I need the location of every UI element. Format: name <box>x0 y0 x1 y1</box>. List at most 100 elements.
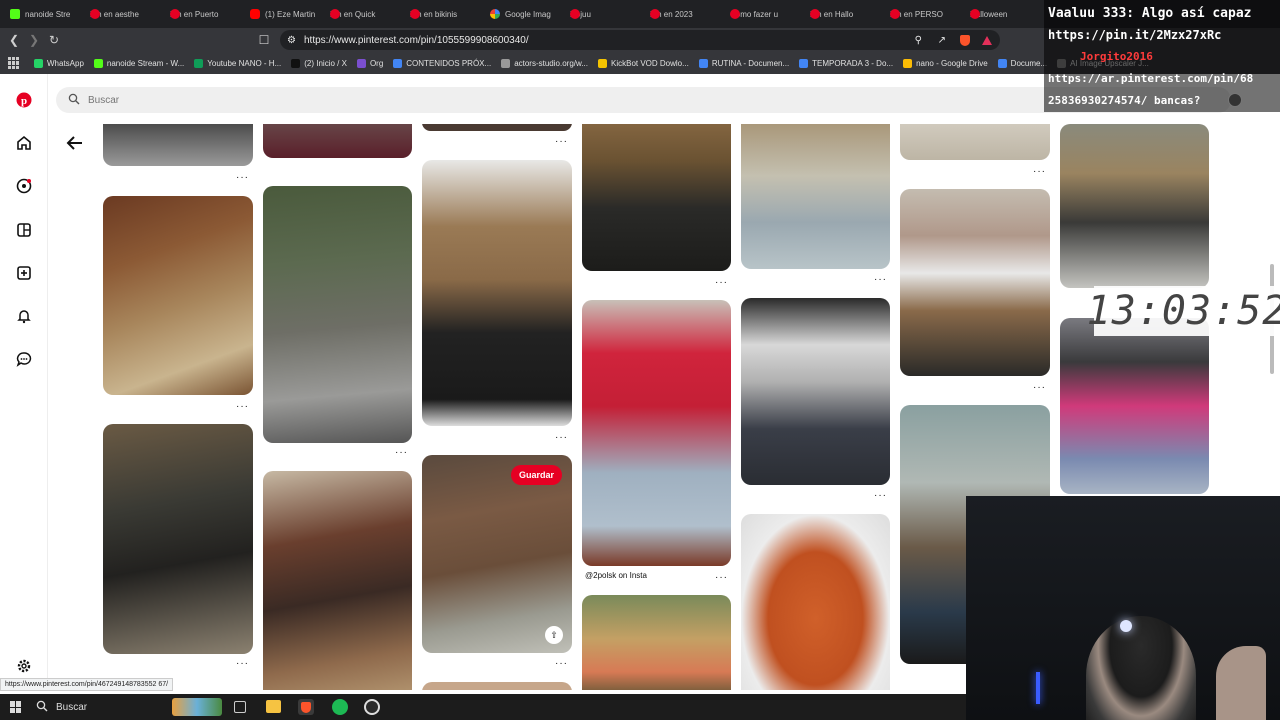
bookmark-label: Youtube NANO - H... <box>207 58 282 68</box>
pin-image[interactable] <box>582 124 731 271</box>
messages-icon[interactable] <box>14 349 34 369</box>
bookmark-item[interactable]: Org <box>356 58 383 68</box>
forward-icon[interactable]: ❯ <box>24 30 44 50</box>
bookmark-item[interactable]: actors-studio.org/w... <box>501 58 588 68</box>
pin-image[interactable] <box>263 124 412 158</box>
more-icon[interactable]: ··· <box>1033 382 1046 393</box>
webcam-arm <box>1216 646 1266 720</box>
pin-image[interactable] <box>103 196 253 395</box>
more-icon[interactable]: ··· <box>1033 166 1046 177</box>
bookmark-item[interactable]: (2) Inicio / X <box>291 58 347 68</box>
browser-tab[interactable]: Pin en PERSO <box>884 1 964 27</box>
bookmark-item[interactable]: nano - Google Drive <box>903 58 988 68</box>
explore-icon[interactable] <box>14 176 34 196</box>
pin-image[interactable] <box>422 160 572 426</box>
browser-tab[interactable]: (1) Eze Martin <box>244 1 324 27</box>
obs-icon[interactable] <box>364 699 380 715</box>
bookmark-label: RUTINA - Documen... <box>711 58 790 68</box>
apps-icon[interactable] <box>8 57 20 69</box>
pinterest-logo-icon[interactable]: p <box>14 90 34 110</box>
pin-image[interactable] <box>741 124 890 269</box>
back-icon[interactable]: ❮ <box>4 30 24 50</box>
rewards-icon[interactable] <box>982 35 992 45</box>
pin-image[interactable] <box>582 595 731 690</box>
browser-tab[interactable]: Google Imag <box>484 1 564 27</box>
more-icon[interactable]: ··· <box>874 490 887 501</box>
browser-tab[interactable]: Rojuu <box>564 1 644 27</box>
browser-tab[interactable]: Como fazer u <box>724 1 804 27</box>
url-text: https://www.pinterest.com/pin/1055599908… <box>304 34 529 46</box>
save-button[interactable]: Guardar <box>510 465 562 485</box>
more-icon[interactable]: ··· <box>555 432 568 443</box>
browser-tab[interactable]: nanoide Stre <box>4 1 84 27</box>
file-explorer-icon[interactable] <box>266 700 281 713</box>
google-favicon-icon <box>490 9 500 19</box>
share-icon[interactable]: ↗ <box>938 35 946 46</box>
more-icon[interactable]: ··· <box>555 136 568 147</box>
brave-shield-icon[interactable] <box>960 34 970 46</box>
pin-image[interactable] <box>422 682 572 690</box>
create-icon[interactable] <box>14 263 34 283</box>
bookmark-item[interactable]: nanoide Stream - W... <box>93 58 184 68</box>
spotify-icon[interactable] <box>332 699 348 715</box>
url-bar[interactable]: ⚙ https://www.pinterest.com/pin/10555999… <box>280 30 1000 50</box>
more-icon[interactable]: ··· <box>236 401 249 412</box>
pin-image[interactable] <box>741 514 890 690</box>
bookmark-favicon-icon <box>997 58 1007 68</box>
site-info-icon[interactable]: ⚙ <box>287 35 296 46</box>
tab-label: Google Imag <box>505 9 551 19</box>
browser-tab[interactable]: Pin en Puerto <box>164 1 244 27</box>
chat-line: Vaaluu 333: Algo así capaz <box>1048 6 1252 21</box>
browser-tab[interactable]: Pin en 2023 <box>644 1 724 27</box>
pin-image[interactable]: Guardar ⇧ <box>422 455 572 653</box>
pin-image[interactable] <box>263 471 412 690</box>
task-view-icon[interactable] <box>234 701 246 713</box>
bookmark-item[interactable]: CONTENIDOS PRÓX... <box>393 58 491 68</box>
pin-image[interactable] <box>103 124 253 166</box>
pin-image[interactable] <box>900 124 1050 160</box>
more-icon[interactable]: ··· <box>236 658 249 669</box>
bookmark-item[interactable]: TEMPORADA 3 - Do... <box>799 58 893 68</box>
browser-tab[interactable]: Pin en Hallo <box>804 1 884 27</box>
taskbar-search[interactable]: Buscar <box>36 697 226 717</box>
zoom-icon[interactable]: ⚲ <box>915 35 922 46</box>
pin-image[interactable] <box>900 189 1050 376</box>
more-icon[interactable]: ··· <box>874 274 887 285</box>
pin-image[interactable] <box>263 186 412 443</box>
browser-tab[interactable]: Halloween <box>964 1 1044 27</box>
bookmark-item[interactable]: RUTINA - Documen... <box>698 58 790 68</box>
more-icon[interactable]: ··· <box>236 172 249 183</box>
pin-image[interactable] <box>582 300 731 566</box>
bookmark-favicon-icon <box>34 58 43 68</box>
bookmark-icon[interactable]: ☐ <box>254 30 274 50</box>
more-icon[interactable]: ··· <box>715 277 728 288</box>
settings-icon[interactable] <box>14 656 34 676</box>
bookmark-item[interactable]: Docume... <box>997 58 1047 68</box>
notifications-icon[interactable] <box>14 306 34 326</box>
pinterest-favicon-icon <box>730 9 740 19</box>
more-icon[interactable]: ··· <box>555 658 568 669</box>
pin-image[interactable] <box>1060 318 1209 494</box>
pin-image[interactable] <box>741 298 890 485</box>
pin-image[interactable] <box>103 424 253 654</box>
browser-tab[interactable]: Pin en bikinis <box>404 1 484 27</box>
pin-image[interactable] <box>422 124 572 131</box>
more-icon[interactable]: ··· <box>715 572 728 583</box>
pin-image[interactable] <box>1060 124 1209 288</box>
brave-browser-icon[interactable] <box>298 699 314 715</box>
bookmark-item[interactable]: WhatsApp <box>34 58 84 68</box>
windows-start-icon[interactable] <box>10 701 22 713</box>
bookmark-item[interactable]: Youtube NANO - H... <box>194 58 282 68</box>
bookmark-favicon-icon <box>501 58 511 68</box>
share-pin-icon[interactable]: ⇧ <box>545 626 563 644</box>
boards-icon[interactable] <box>14 220 34 240</box>
browser-tab[interactable]: Pin en Quick <box>324 1 404 27</box>
reload-icon[interactable]: ↻ <box>44 30 64 50</box>
bookmark-item[interactable]: KickBot VOD Dowlo... <box>598 58 689 68</box>
pin-caption[interactable]: @2polsk on Insta <box>585 571 647 580</box>
browser-tab[interactable]: Pin en aesthe <box>84 1 164 27</box>
bookmark-favicon-icon <box>393 58 403 68</box>
more-icon[interactable]: ··· <box>395 447 408 458</box>
search-placeholder: Buscar <box>88 94 120 106</box>
home-icon[interactable] <box>14 133 34 153</box>
